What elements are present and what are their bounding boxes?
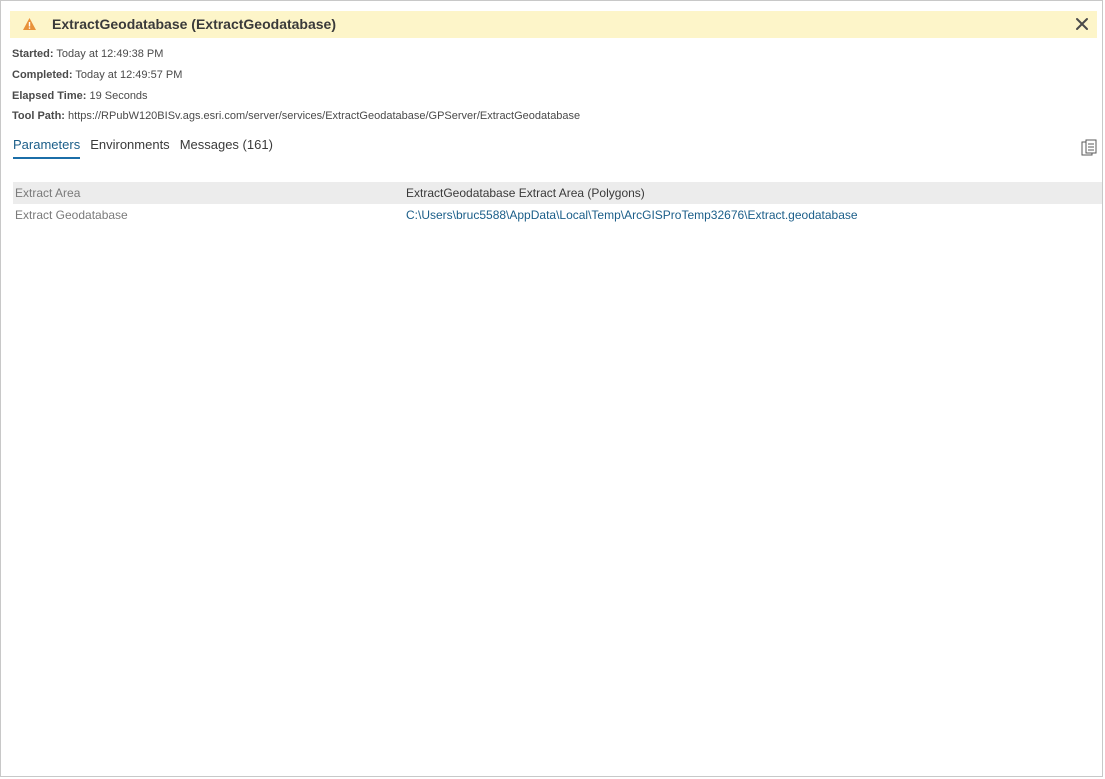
- table-row: Extract Area ExtractGeodatabase Extract …: [13, 182, 1102, 204]
- toolpath-label: Tool Path:: [12, 110, 65, 122]
- tool-details-window: ExtractGeodatabase (ExtractGeodatabase) …: [0, 0, 1103, 777]
- table-row: Extract Geodatabase C:\Users\bruc5588\Ap…: [13, 204, 1102, 226]
- completed-line: Completed: Today at 12:49:57 PM: [12, 69, 182, 81]
- parameter-name: Extract Area: [15, 186, 81, 200]
- elapsed-label: Elapsed Time:: [12, 90, 87, 102]
- started-label: Started:: [12, 48, 54, 60]
- toolpath-line: Tool Path: https://RPubW120BISv.ags.esri…: [12, 110, 580, 122]
- completed-value: Today at 12:49:57 PM: [75, 69, 183, 81]
- copy-icon[interactable]: [1081, 139, 1097, 157]
- banner-title: ExtractGeodatabase (ExtractGeodatabase): [52, 16, 336, 32]
- close-icon[interactable]: [1073, 15, 1091, 33]
- started-value: Today at 12:49:38 PM: [56, 48, 164, 60]
- parameter-value: ExtractGeodatabase Extract Area (Polygon…: [406, 186, 645, 200]
- parameter-value-link[interactable]: C:\Users\bruc5588\AppData\Local\Temp\Arc…: [406, 208, 858, 222]
- status-banner: ExtractGeodatabase (ExtractGeodatabase): [10, 11, 1097, 38]
- parameters-table: Extract Area ExtractGeodatabase Extract …: [13, 182, 1102, 226]
- tab-parameters[interactable]: Parameters: [13, 137, 81, 159]
- elapsed-value: 19 Seconds: [89, 90, 148, 102]
- tab-environments[interactable]: Environments: [90, 137, 169, 159]
- completed-label: Completed:: [12, 69, 73, 81]
- elapsed-line: Elapsed Time: 19 Seconds: [12, 90, 148, 102]
- tab-bar: Parameters Environments Messages (161): [13, 137, 273, 159]
- toolpath-value: https://RPubW120BISv.ags.esri.com/server…: [68, 110, 581, 122]
- tab-messages[interactable]: Messages (161): [180, 137, 273, 159]
- started-line: Started: Today at 12:49:38 PM: [12, 48, 163, 60]
- parameter-name: Extract Geodatabase: [15, 208, 128, 222]
- warning-triangle-icon: [23, 18, 36, 30]
